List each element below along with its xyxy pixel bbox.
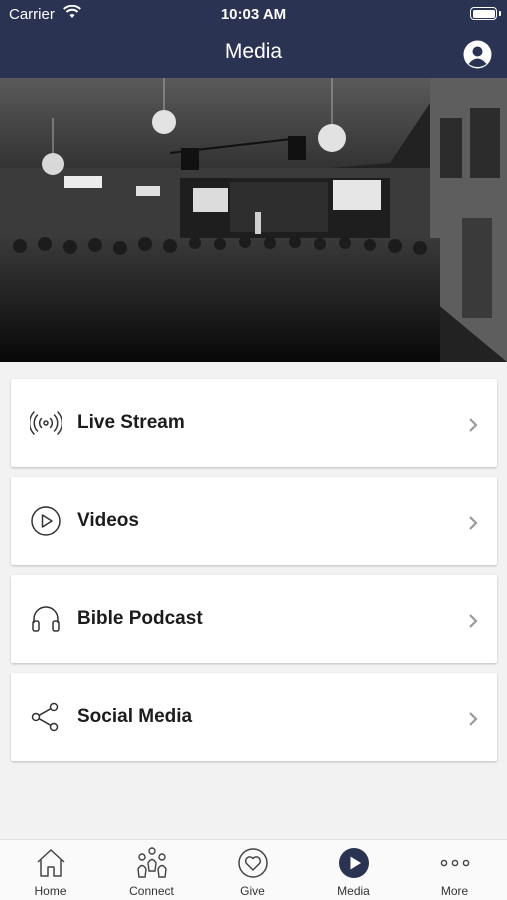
tab-bar: Home Connect Give Media More [0, 839, 507, 900]
tab-home[interactable]: Home [0, 840, 101, 900]
page-title: Media [224, 40, 283, 63]
tab-label: Give [240, 884, 265, 898]
menu-item-label: Bible Podcast [77, 608, 203, 629]
tab-media[interactable]: Media [303, 840, 404, 900]
menu-item-live-stream[interactable]: Live Stream [11, 379, 497, 467]
menu-item-label: Live Stream [77, 412, 185, 433]
menu-item-label: Videos [77, 510, 139, 531]
battery-icon [470, 7, 501, 20]
tab-more[interactable]: More [404, 840, 505, 900]
tab-label: Media [337, 884, 370, 898]
headphones-icon [32, 606, 60, 632]
header: Carrier 10:03 AM Media [0, 0, 507, 78]
play-circle-icon [31, 506, 61, 536]
menu-item-videos[interactable]: Videos [11, 477, 497, 565]
status-time: 10:03 AM [220, 6, 287, 23]
hero-image [0, 78, 507, 362]
chevron-right-icon [469, 712, 478, 726]
play-circle-filled-icon [339, 848, 369, 878]
people-icon [137, 847, 167, 878]
user-circle-icon[interactable] [463, 40, 492, 69]
tab-label: More [440, 884, 469, 898]
menu-item-bible-podcast[interactable]: Bible Podcast [11, 575, 497, 663]
tab-label: Home [34, 884, 67, 898]
status-bar: Carrier 10:03 AM [0, 0, 507, 28]
heart-circle-icon [238, 848, 268, 878]
tab-label: Connect [129, 884, 174, 898]
chevron-right-icon [469, 418, 478, 432]
tab-give[interactable]: Give [202, 840, 303, 900]
share-icon [31, 702, 59, 732]
broadcast-icon [30, 411, 62, 435]
more-dots-icon [440, 859, 470, 867]
chevron-right-icon [469, 614, 478, 628]
tab-connect[interactable]: Connect [101, 840, 202, 900]
menu-item-social-media[interactable]: Social Media [11, 673, 497, 761]
home-icon [37, 849, 65, 877]
chevron-right-icon [469, 516, 478, 530]
menu-item-label: Social Media [77, 706, 193, 727]
